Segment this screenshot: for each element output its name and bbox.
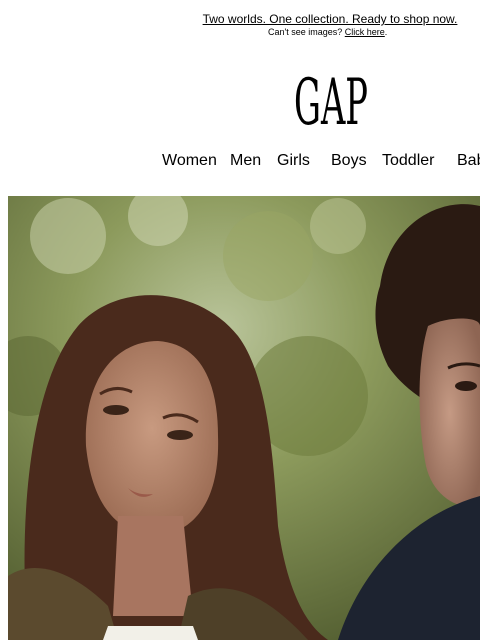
category-nav: Women Men Girls Boys Toddler Bab — [0, 152, 480, 174]
gap-logo[interactable]: GAP — [292, 68, 370, 128]
preheader: Two worlds. One collection. Ready to sho… — [200, 10, 460, 28]
click-here-link[interactable]: Click here — [345, 27, 385, 37]
cant-see-images-text: Can't see images? — [268, 27, 345, 37]
nav-item-girls[interactable]: Girls — [277, 152, 310, 170]
view-in-browser-note: Can't see images? Click here. — [268, 27, 387, 37]
hero-image[interactable] — [8, 196, 480, 640]
nav-item-baby[interactable]: Bab — [457, 152, 480, 170]
nav-item-men[interactable]: Men — [230, 152, 261, 170]
nav-item-toddler[interactable]: Toddler — [382, 152, 434, 170]
nav-item-women[interactable]: Women — [162, 152, 217, 170]
preheader-shop-link[interactable]: Two worlds. One collection. Ready to sho… — [203, 12, 458, 26]
period-text: . — [384, 27, 388, 37]
hero-photo — [8, 196, 480, 640]
nav-item-boys[interactable]: Boys — [331, 152, 367, 170]
logo-wordmark: GAP — [294, 68, 368, 128]
